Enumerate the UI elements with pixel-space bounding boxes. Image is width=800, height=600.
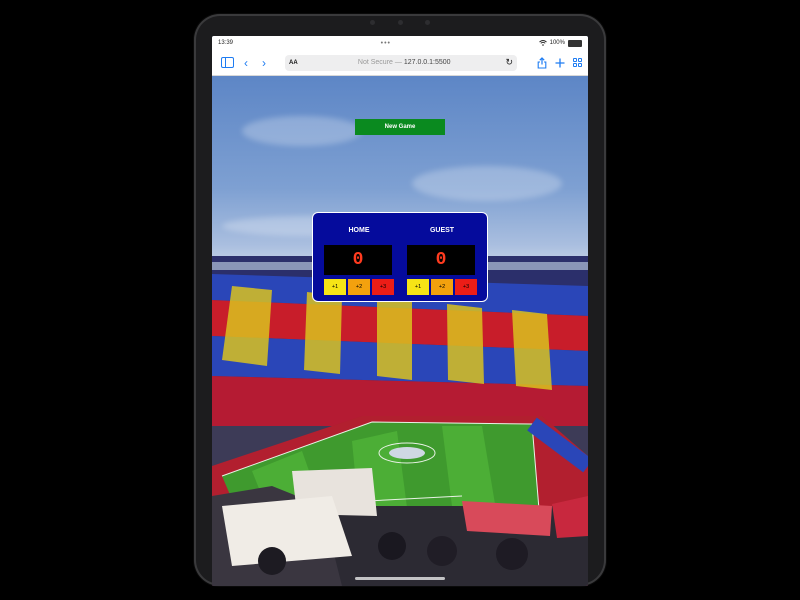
sidebar-icon[interactable] [221,57,234,68]
home-score: 0 [324,245,392,275]
home-plus3-button[interactable]: +3 [372,279,394,295]
cloud [242,116,362,146]
battery-percent: 100% [549,40,565,46]
web-page: New Game HOME 0 +1 +2 +3 GUEST 0 +1 +2 +… [212,76,588,586]
url-text: 127.0.0.1:5500 [403,59,451,66]
reader-settings-button[interactable]: AA [289,60,303,66]
guest-buttons: +1 +2 +3 [407,279,477,295]
battery-icon [567,39,582,47]
address-bar[interactable]: AA Not Secure — 127.0.0.1:5500 ↻ [285,54,517,71]
home-indicator[interactable] [355,577,445,580]
new-game-button[interactable]: New Game [355,119,445,135]
guest-score: 0 [407,245,475,275]
security-label: Not Secure — [357,59,402,66]
plus-icon[interactable] [555,58,565,68]
status-bar: 13:39 ••• 100% [212,36,588,50]
reload-icon[interactable]: ↻ [505,57,513,68]
chevron-right-icon[interactable]: › [255,56,273,70]
guest-plus2-button[interactable]: +2 [431,279,453,295]
guest-plus1-button[interactable]: +1 [407,279,429,295]
home-buttons: +1 +2 +3 [324,279,394,295]
multitask-dots[interactable]: ••• [381,40,391,47]
camera-bar [370,19,430,25]
tabs-grid-icon[interactable] [573,58,582,67]
ipad-frame: 13:39 ••• 100% ‹ › AA Not Secure — 127.0… [194,14,606,586]
home-label: HOME [348,227,370,234]
browser-toolbar: ‹ › AA Not Secure — 127.0.0.1:5500 ↻ [212,50,588,76]
chevron-left-icon[interactable]: ‹ [237,56,255,70]
cloud [412,166,562,201]
url-display[interactable]: Not Secure — 127.0.0.1:5500 [303,59,505,66]
home-plus2-button[interactable]: +2 [348,279,370,295]
status-right: 100% [538,39,582,47]
home-plus1-button[interactable]: +1 [324,279,346,295]
wifi-icon [538,40,547,46]
guest-plus3-button[interactable]: +3 [455,279,477,295]
share-icon[interactable] [537,56,547,69]
scoreboard: HOME 0 +1 +2 +3 GUEST 0 +1 +2 +3 [312,212,488,302]
crowd-foreground [212,468,588,586]
ipad-screen: 13:39 ••• 100% ‹ › AA Not Secure — 127.0… [212,36,588,586]
status-time: 13:39 [218,40,234,46]
guest-label: GUEST [429,227,455,234]
toolbar-right [537,56,582,69]
